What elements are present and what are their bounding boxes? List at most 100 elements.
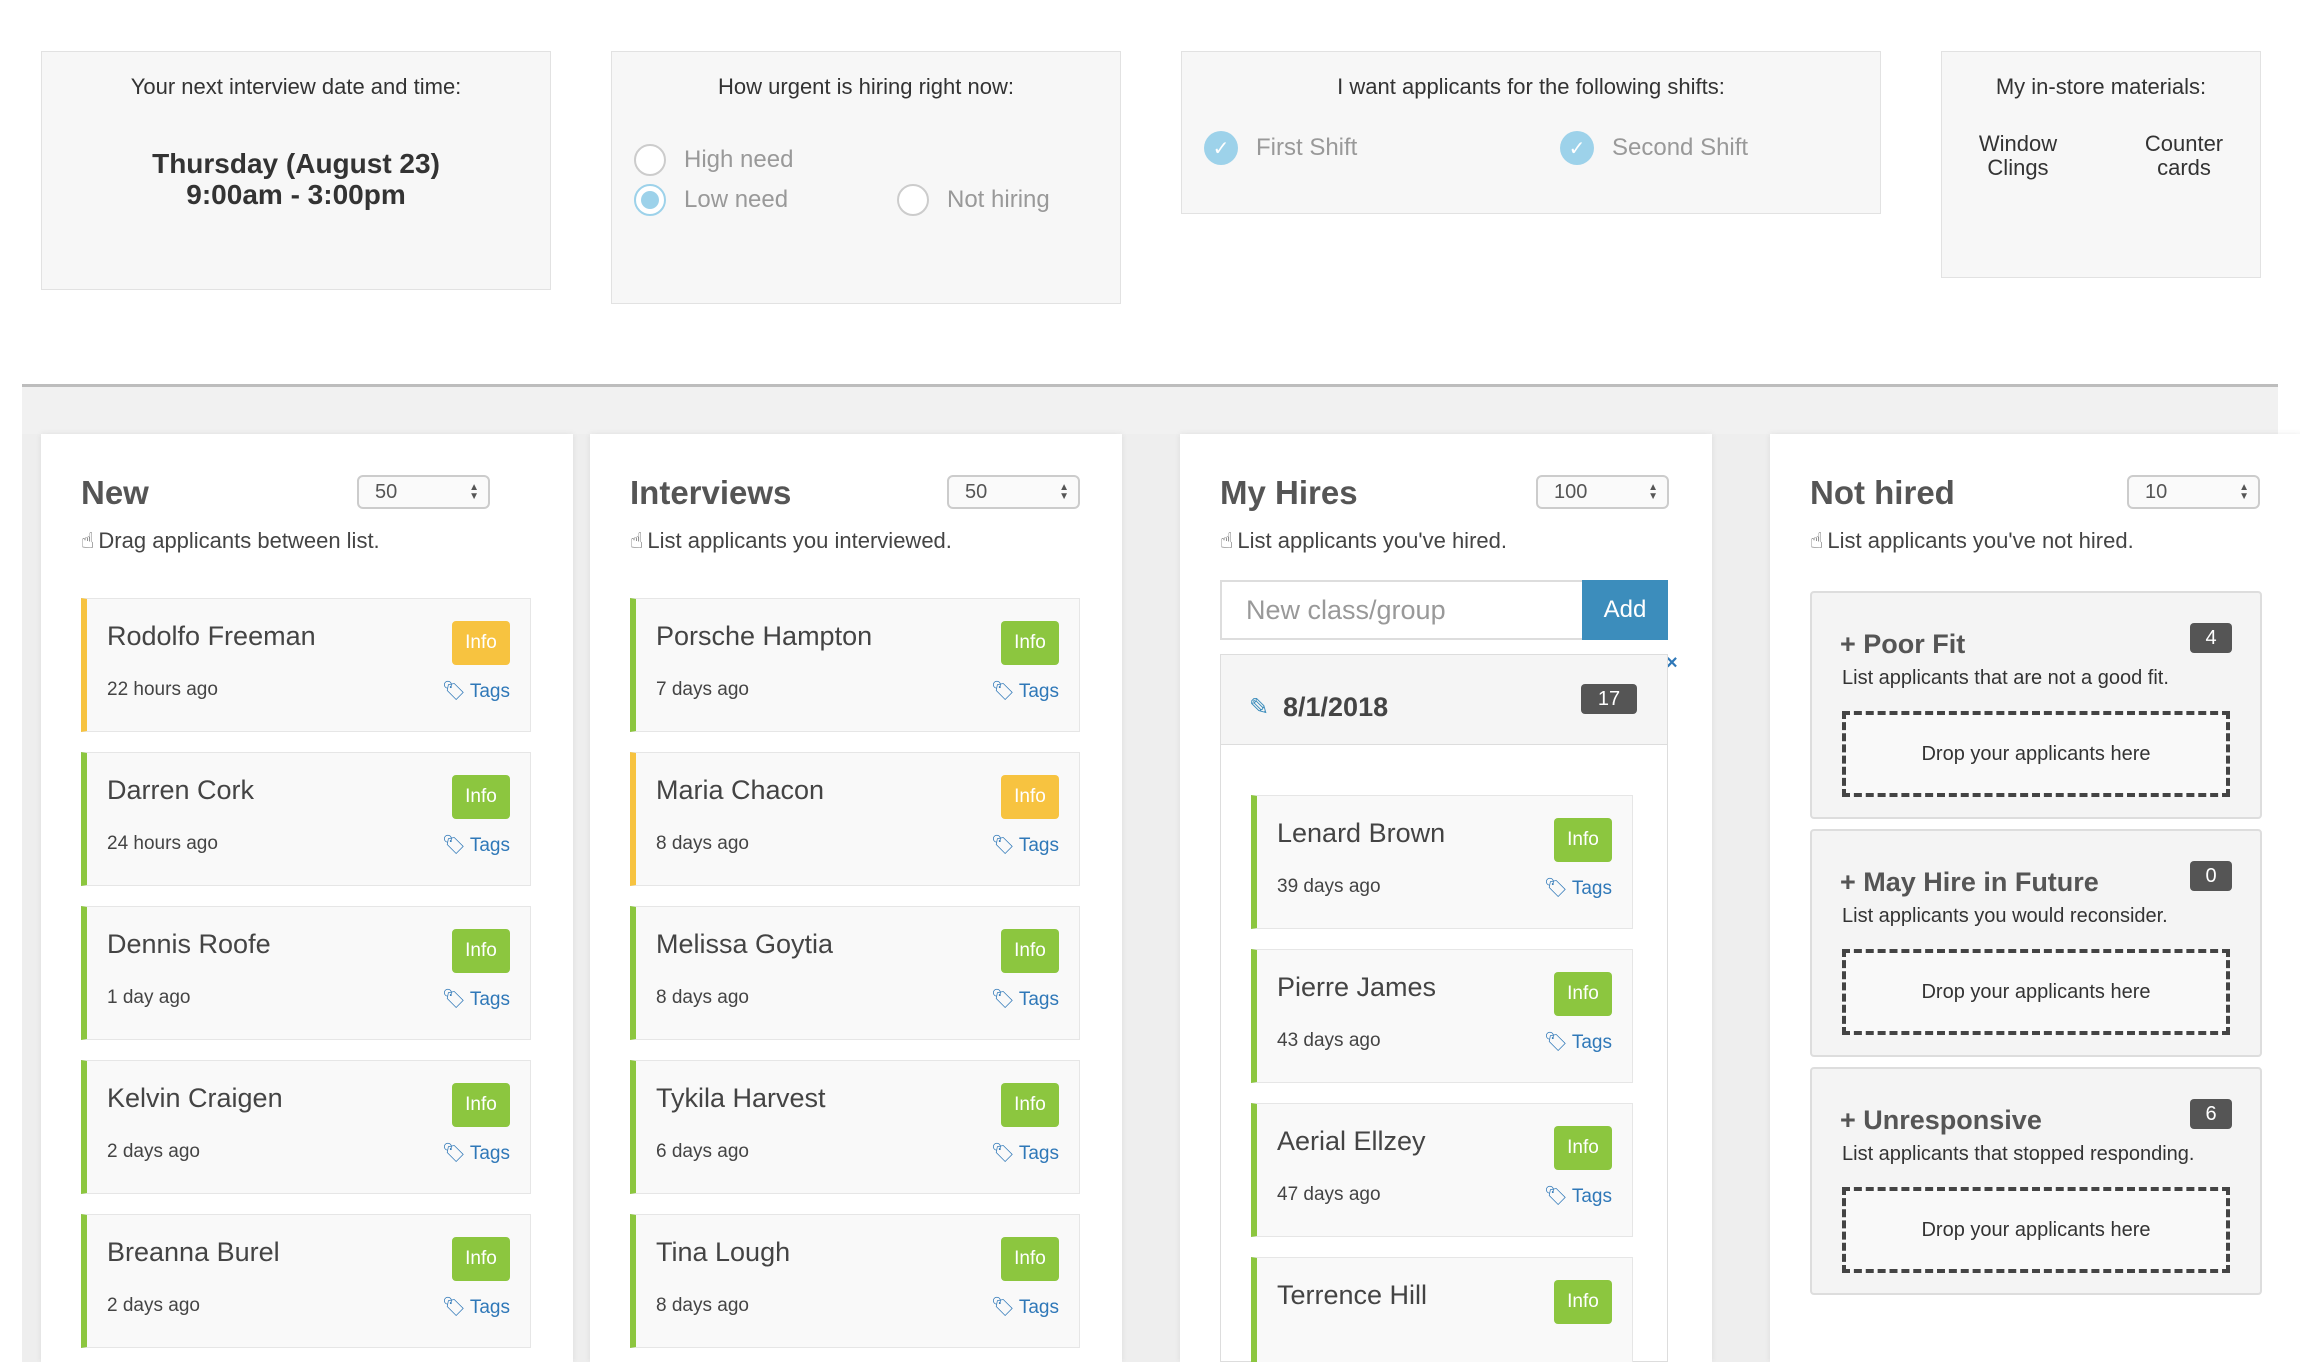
radio-circle-icon[interactable] [634, 144, 666, 176]
radio-low-need[interactable]: Low need [634, 184, 788, 216]
radio-label: High need [684, 146, 794, 173]
tag-icon: 🏷 [1543, 1032, 1568, 1053]
info-button[interactable]: Info [1554, 972, 1612, 1016]
radio-label: Low need [684, 186, 789, 213]
checkmark-icon[interactable]: ✓ [1560, 131, 1594, 165]
tags-link[interactable]: 🏷 Tags [991, 833, 1059, 857]
page-size-select[interactable]: 50 ▲ ▼ [357, 475, 490, 509]
drop-zone[interactable]: Drop your applicants here [1842, 1187, 2230, 1273]
tags-link[interactable]: 🏷 Tags [442, 679, 510, 703]
page-size-select[interactable]: 10 ▲ ▼ [2127, 475, 2260, 509]
info-button[interactable]: Info [1001, 775, 1059, 819]
tags-label: Tags [469, 835, 510, 856]
tags-label: Tags [1018, 835, 1059, 856]
info-button[interactable]: Info [452, 929, 510, 973]
info-button[interactable]: Info [1554, 818, 1612, 862]
category-unresponsive: + Unresponsive List applicants that stop… [1810, 1067, 2262, 1295]
info-button[interactable]: Info [452, 1237, 510, 1281]
tags-link[interactable]: 🏷 Tags [991, 987, 1059, 1011]
applicant-card[interactable]: Pierre James 43 days ago Info 🏷 Tags [1251, 949, 1633, 1083]
applicant-card[interactable]: Aerial Ellzey 47 days ago Info 🏷 Tags [1251, 1103, 1633, 1237]
applicant-card[interactable]: Maria Chacon 8 days ago Info 🏷 Tags [630, 752, 1080, 886]
info-button[interactable]: Info [1001, 1237, 1059, 1281]
drop-zone[interactable]: Drop your applicants here [1842, 949, 2230, 1035]
info-button[interactable]: Info [452, 621, 510, 665]
applicant-card[interactable]: Lenard Brown 39 days ago Info 🏷 Tags [1251, 795, 1633, 929]
column-interviews: Interviews 50 ▲ ▼ ☝ List applicants you i… [590, 434, 1122, 1362]
material-counter-cards[interactable]: Counter cards [2136, 132, 2232, 180]
tags-link[interactable]: 🏷 Tags [991, 679, 1059, 703]
applicant-name: Porsche Hampton [656, 621, 873, 651]
add-group-button[interactable]: Add [1582, 580, 1668, 640]
column-subtitle: ☝ List applicants you interviewed. [630, 528, 952, 554]
applicant-card[interactable]: Breanna Burel 2 days ago Info 🏷 Tags [81, 1214, 531, 1348]
plus-icon[interactable]: + [1840, 629, 1863, 659]
applicant-card[interactable]: Tina Lough 8 days ago Info 🏷 Tags [630, 1214, 1080, 1348]
radio-selected-icon[interactable] [634, 184, 666, 216]
tags-link[interactable]: 🏷 Tags [991, 1295, 1059, 1319]
info-button[interactable]: Info [1001, 621, 1059, 665]
applicant-name: Maria Chacon [656, 775, 825, 805]
radio-circle-icon[interactable] [897, 184, 929, 216]
applicant-card[interactable]: Terrence Hill Info [1251, 1257, 1633, 1362]
radio-high-need[interactable]: High need [634, 144, 793, 176]
applicant-time: 8 days ago [656, 833, 749, 854]
applicant-time: 39 days ago [1277, 876, 1381, 897]
info-button[interactable]: Info [1554, 1126, 1612, 1170]
category-title-text: Poor Fit [1863, 629, 1966, 659]
applicant-card[interactable]: Melissa Goytia 8 days ago Info 🏷 Tags [630, 906, 1080, 1040]
column-title: My Hires [1220, 474, 1358, 511]
tag-icon: 🏷 [990, 1143, 1015, 1164]
tags-label: Tags [469, 1297, 510, 1318]
category-title[interactable]: + Poor Fit [1840, 629, 1965, 660]
urgency-box: How urgent is hiring right now: High nee… [611, 51, 1121, 304]
tags-link[interactable]: 🏷 Tags [1544, 876, 1612, 900]
edit-icon[interactable]: ✎ [1249, 693, 1269, 722]
info-button[interactable]: Info [1001, 1083, 1059, 1127]
tags-link[interactable]: 🏷 Tags [991, 1141, 1059, 1165]
applicant-card[interactable]: Tykila Harvest 6 days ago Info 🏷 Tags [630, 1060, 1080, 1194]
category-title[interactable]: + Unresponsive [1840, 1105, 2042, 1136]
checkbox-label: First Shift [1256, 134, 1358, 161]
tag-icon: 🏷 [441, 681, 466, 702]
materials-box: My in-store materials: Window Clings Coun… [1941, 51, 2261, 278]
page-size-select[interactable]: 50 ▲ ▼ [947, 475, 1080, 509]
info-button[interactable]: Info [452, 1083, 510, 1127]
category-title[interactable]: + May Hire in Future [1840, 867, 2099, 898]
info-button[interactable]: Info [1001, 929, 1059, 973]
applicant-card[interactable]: Porsche Hampton 7 days ago Info 🏷 Tags [630, 598, 1080, 732]
material-window-clings[interactable]: Window Clings [1970, 132, 2066, 180]
new-group-input[interactable]: New class/group [1220, 580, 1584, 640]
checkmark-icon[interactable]: ✓ [1204, 131, 1238, 165]
tags-link[interactable]: 🏷 Tags [442, 1295, 510, 1319]
applicant-card[interactable]: Darren Cork 24 hours ago Info 🏷 Tags [81, 752, 531, 886]
tags-label: Tags [1571, 878, 1612, 899]
category-count-badge: 6 [2190, 1099, 2232, 1129]
applicant-card[interactable]: Rodolfo Freeman 22 hours ago Info 🏷 Tags [81, 598, 531, 732]
tags-link[interactable]: 🏷 Tags [1544, 1184, 1612, 1208]
applicant-card[interactable]: Dennis Roofe 1 day ago Info 🏷 Tags [81, 906, 531, 1040]
info-button[interactable]: Info [1554, 1280, 1612, 1324]
radio-not-hiring[interactable]: Not hiring [897, 184, 1050, 216]
plus-icon[interactable]: + [1840, 867, 1863, 897]
tags-link[interactable]: 🏷 Tags [1544, 1030, 1612, 1054]
info-button[interactable]: Info [452, 775, 510, 819]
checkbox-second-shift[interactable]: ✓ Second Shift [1560, 131, 1748, 165]
select-arrows-icon: ▲ ▼ [1059, 482, 1069, 502]
applicant-card[interactable]: Kelvin Craigen 2 days ago Info 🏷 Tags [81, 1060, 531, 1194]
tags-link[interactable]: 🏷 Tags [442, 833, 510, 857]
page-size-select[interactable]: 100 ▲ ▼ [1536, 475, 1669, 509]
applicant-name: Lenard Brown [1277, 818, 1446, 848]
tags-label: Tags [469, 1143, 510, 1164]
plus-icon[interactable]: + [1840, 1105, 1863, 1135]
tag-icon: 🏷 [990, 989, 1015, 1010]
select-value: 50 [375, 481, 398, 503]
tag-icon: 🏷 [1543, 1186, 1568, 1207]
interview-box: Your next interview date and time: Thurs… [41, 51, 551, 290]
tags-link[interactable]: 🏷 Tags [442, 987, 510, 1011]
select-arrows-icon: ▲ ▼ [469, 482, 479, 502]
drop-zone[interactable]: Drop your applicants here [1842, 711, 2230, 797]
checkbox-first-shift[interactable]: ✓ First Shift [1204, 131, 1357, 165]
applicant-time: 7 days ago [656, 679, 749, 700]
tags-link[interactable]: 🏷 Tags [442, 1141, 510, 1165]
